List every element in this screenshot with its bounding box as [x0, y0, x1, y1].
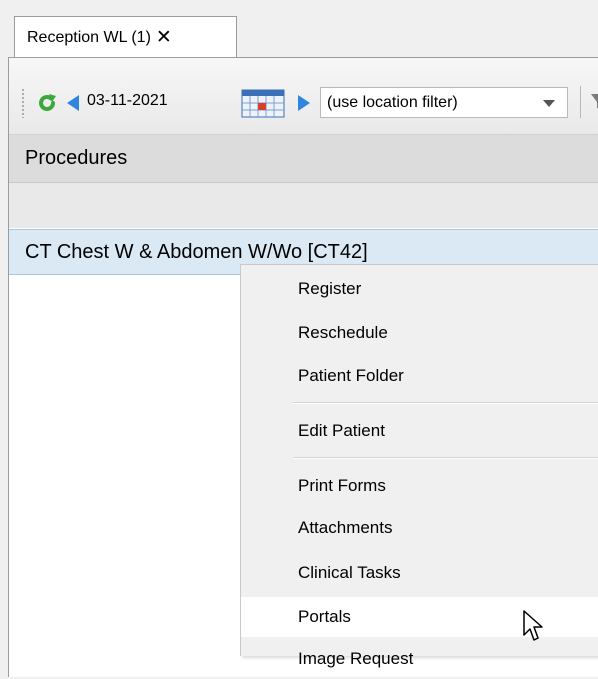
refresh-icon[interactable] [36, 92, 58, 114]
date-field[interactable]: 03-11-2021 [87, 92, 168, 110]
prev-arrow-icon[interactable] [67, 95, 79, 111]
menu-item-patient-folder[interactable]: Patient Folder [241, 356, 598, 396]
menu-separator [293, 402, 598, 404]
dropdown-caret-icon[interactable] [543, 100, 555, 107]
calendar-icon[interactable] [241, 89, 285, 118]
toolbar-divider [580, 86, 581, 118]
mouse-cursor-icon [523, 610, 543, 641]
menu-item-image-request[interactable]: Image Request [241, 639, 598, 679]
menu-item-clinical-tasks[interactable]: Clinical Tasks [241, 553, 598, 593]
procedure-cell: CT Chest W & Abdomen W/Wo [CT42] [25, 240, 368, 263]
location-filter-value: (use location filter) [327, 93, 458, 111]
tab-reception-wl[interactable]: Reception WL (1) ✕ [14, 16, 237, 58]
grip-icon[interactable] [21, 88, 26, 118]
menu-item-attachments[interactable]: Attachments [241, 508, 598, 548]
tab-label: Reception WL (1) [27, 28, 151, 46]
column-header-label: Procedures [25, 147, 128, 169]
toolbar: 03-11-2021 (use location filter) [9, 58, 598, 135]
filter-icon[interactable] [591, 92, 598, 112]
menu-item-edit-patient[interactable]: Edit Patient [241, 411, 598, 451]
grid-filter-row[interactable] [9, 183, 598, 228]
location-filter-select[interactable]: (use location filter) [320, 87, 568, 118]
menu-item-register[interactable]: Register [241, 269, 598, 309]
context-menu: Register Reschedule Patient Folder Edit … [240, 264, 598, 668]
menu-item-reschedule[interactable]: Reschedule [241, 313, 598, 353]
menu-separator [293, 457, 598, 459]
close-icon[interactable]: ✕ [156, 28, 172, 47]
next-arrow-icon[interactable] [298, 95, 310, 111]
procedures-column-header[interactable]: Procedures [9, 135, 598, 183]
menu-item-print-forms[interactable]: Print Forms [241, 466, 598, 506]
